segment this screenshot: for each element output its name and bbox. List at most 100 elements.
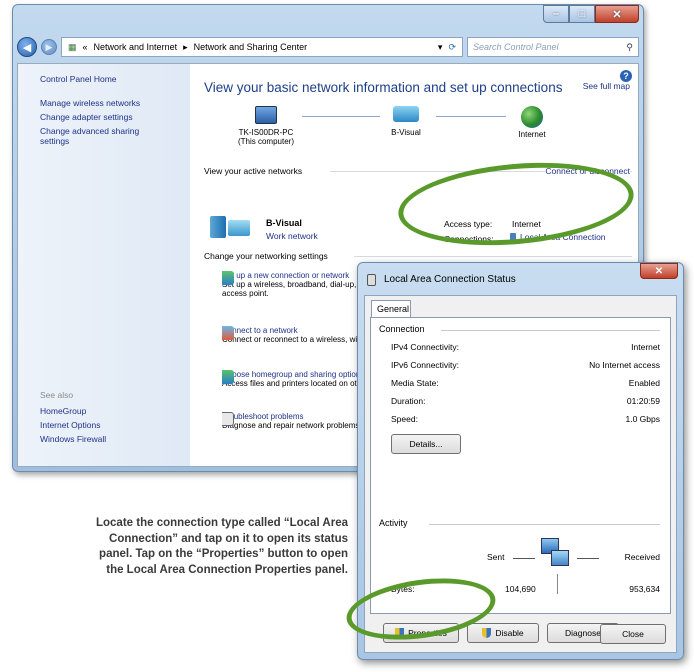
map-link-line [302,116,380,117]
back-arrow-icon[interactable]: ◀ [17,37,37,57]
setup-connection-icon [222,271,234,285]
ipv6-value: No Internet access [589,360,660,370]
divider [354,256,632,257]
control-panel-home-link[interactable]: Control Panel Home [40,74,190,84]
connect-network-title[interactable]: Connect to a network [222,326,372,335]
address-bar[interactable]: ▦ « Network and Internet ▸ Network and S… [61,37,463,57]
ethernet-icon [510,232,516,242]
control-panel-icon: ▦ [68,41,77,52]
minimize-button[interactable]: – [543,5,569,23]
properties-label: Properties [408,628,447,638]
status-row: Media State: Enabled [391,378,660,388]
speed-label: Speed: [391,414,418,424]
search-icon[interactable]: ⚲ [626,42,633,53]
disable-label: Disable [495,628,524,638]
map-network-name: B-Visual [391,128,421,137]
breadcrumb-network-internet[interactable]: Network and Internet [94,42,178,52]
page-title: View your basic network information and … [204,80,563,95]
maximize-button[interactable]: □ [569,5,595,23]
connect-network-item[interactable]: Connect to a network Connect or reconnec… [222,326,372,344]
disable-button[interactable]: Disable [467,623,539,643]
dialog-body: General Connection IPv4 Connectivity: Int… [364,295,677,653]
internet-options-link[interactable]: Internet Options [40,420,106,430]
connection-group-line [441,330,660,331]
close-dialog-button[interactable]: Close [600,624,666,644]
homegroup-item[interactable]: Choose homegroup and sharing options Acc… [222,370,372,388]
map-internet[interactable]: Internet [502,106,562,139]
forward-arrow-icon[interactable]: ▶ [41,39,57,55]
computer-name: TK-IS00DR-PC [238,128,294,137]
homegroup-link[interactable]: HomeGroup [40,406,106,416]
media-state-label: Media State: [391,378,439,388]
network-adapter-icon [367,274,376,286]
breadcrumb-overflow[interactable]: « [83,42,88,52]
windows-firewall-link[interactable]: Windows Firewall [40,434,106,444]
connection-group-label: Connection [379,324,425,334]
troubleshoot-title[interactable]: Troubleshoot problems [222,412,372,421]
media-state-value: Enabled [628,378,660,388]
shield-icon [395,628,405,638]
homegroup-icon [222,370,234,384]
map-link-line [436,116,506,117]
troubleshoot-icon [222,412,234,426]
change-adapter-link[interactable]: Change adapter settings [40,112,190,122]
setup-connection-item[interactable]: Set up a new connection or network Set u… [222,271,372,298]
dialog-close-icon[interactable]: ✕ [640,263,678,279]
duration-value: 01:20:59 [626,396,660,406]
duration-label: Duration: [391,396,426,406]
address-dropdown-icon[interactable]: ▾ [438,42,443,53]
network-map: TK-IS00DR-PC (This computer) B-Visual In… [204,106,624,166]
speed-value: 1.0 Gbps [625,414,661,424]
connect-disconnect-link[interactable]: Connect or disconnect [545,166,630,176]
close-button[interactable]: ✕ [595,5,639,23]
bytes-divider [557,574,558,594]
computer-icon [255,106,277,124]
change-settings-heading: Change your networking settings [204,251,332,261]
ipv4-value: Internet [631,342,660,352]
connections-label: Connections: [444,234,494,244]
homegroup-title[interactable]: Choose homegroup and sharing options [222,370,372,379]
sent-label: Sent [487,552,505,562]
active-networks-heading: View your active networks [204,166,307,176]
manage-wireless-link[interactable]: Manage wireless networks [40,98,190,108]
work-network-icon [210,212,254,242]
properties-button[interactable]: Properties [383,623,459,643]
map-computer: TK-IS00DR-PC (This computer) [226,106,306,146]
network-type-link[interactable]: Work network [266,231,318,241]
refresh-icon[interactable]: ⟳ [448,42,456,53]
see-also-heading: See also [40,390,74,400]
network-icon [393,106,419,122]
activity-group-line [429,524,660,525]
ipv4-label: IPv4 Connectivity: [391,342,460,352]
homegroup-desc: Access files and printers located on oth… [222,379,372,388]
access-type-value: Internet [512,219,541,229]
map-internet-label: Internet [518,130,546,139]
troubleshoot-item[interactable]: Troubleshoot problems Diagnose and repai… [222,412,372,430]
received-label: Received [624,552,660,562]
sent-line [513,558,535,559]
change-sharing-link[interactable]: Change advanced sharing settings [40,126,170,146]
see-full-map-link[interactable]: See full map [583,81,630,91]
status-row: Speed: 1.0 Gbps [391,414,660,424]
see-also-section: See also HomeGroup Internet Options Wind… [40,390,106,448]
connect-network-desc: Connect or reconnect to a wireless, wire… [222,335,372,344]
connect-network-icon [222,326,234,340]
general-panel: Connection IPv4 Connectivity: Internet IP… [370,317,671,643]
map-network[interactable]: B-Visual [376,106,436,137]
local-area-connection-link[interactable]: Local Area Connection [510,232,606,242]
setup-connection-desc-2: access point. [222,289,269,298]
status-row: Duration: 01:20:59 [391,396,660,406]
received-line [577,558,599,559]
tab-general[interactable]: General [371,300,411,318]
details-button[interactable]: Details... [391,434,461,454]
breadcrumb-separator: ▸ [183,41,188,52]
troubleshoot-desc: Diagnose and repair network problems, or… [222,421,372,430]
window-caption-buttons: – □ ✕ [543,5,639,23]
dialog-title: Local Area Connection Status [384,274,516,285]
breadcrumb-sharing-center[interactable]: Network and Sharing Center [194,42,308,52]
globe-icon [521,106,543,128]
ipv6-label: IPv6 Connectivity: [391,360,460,370]
status-row: IPv6 Connectivity: No Internet access [391,360,660,370]
search-input[interactable]: Search Control Panel ⚲ [467,37,639,57]
setup-connection-title[interactable]: Set up a new connection or network [222,271,372,280]
